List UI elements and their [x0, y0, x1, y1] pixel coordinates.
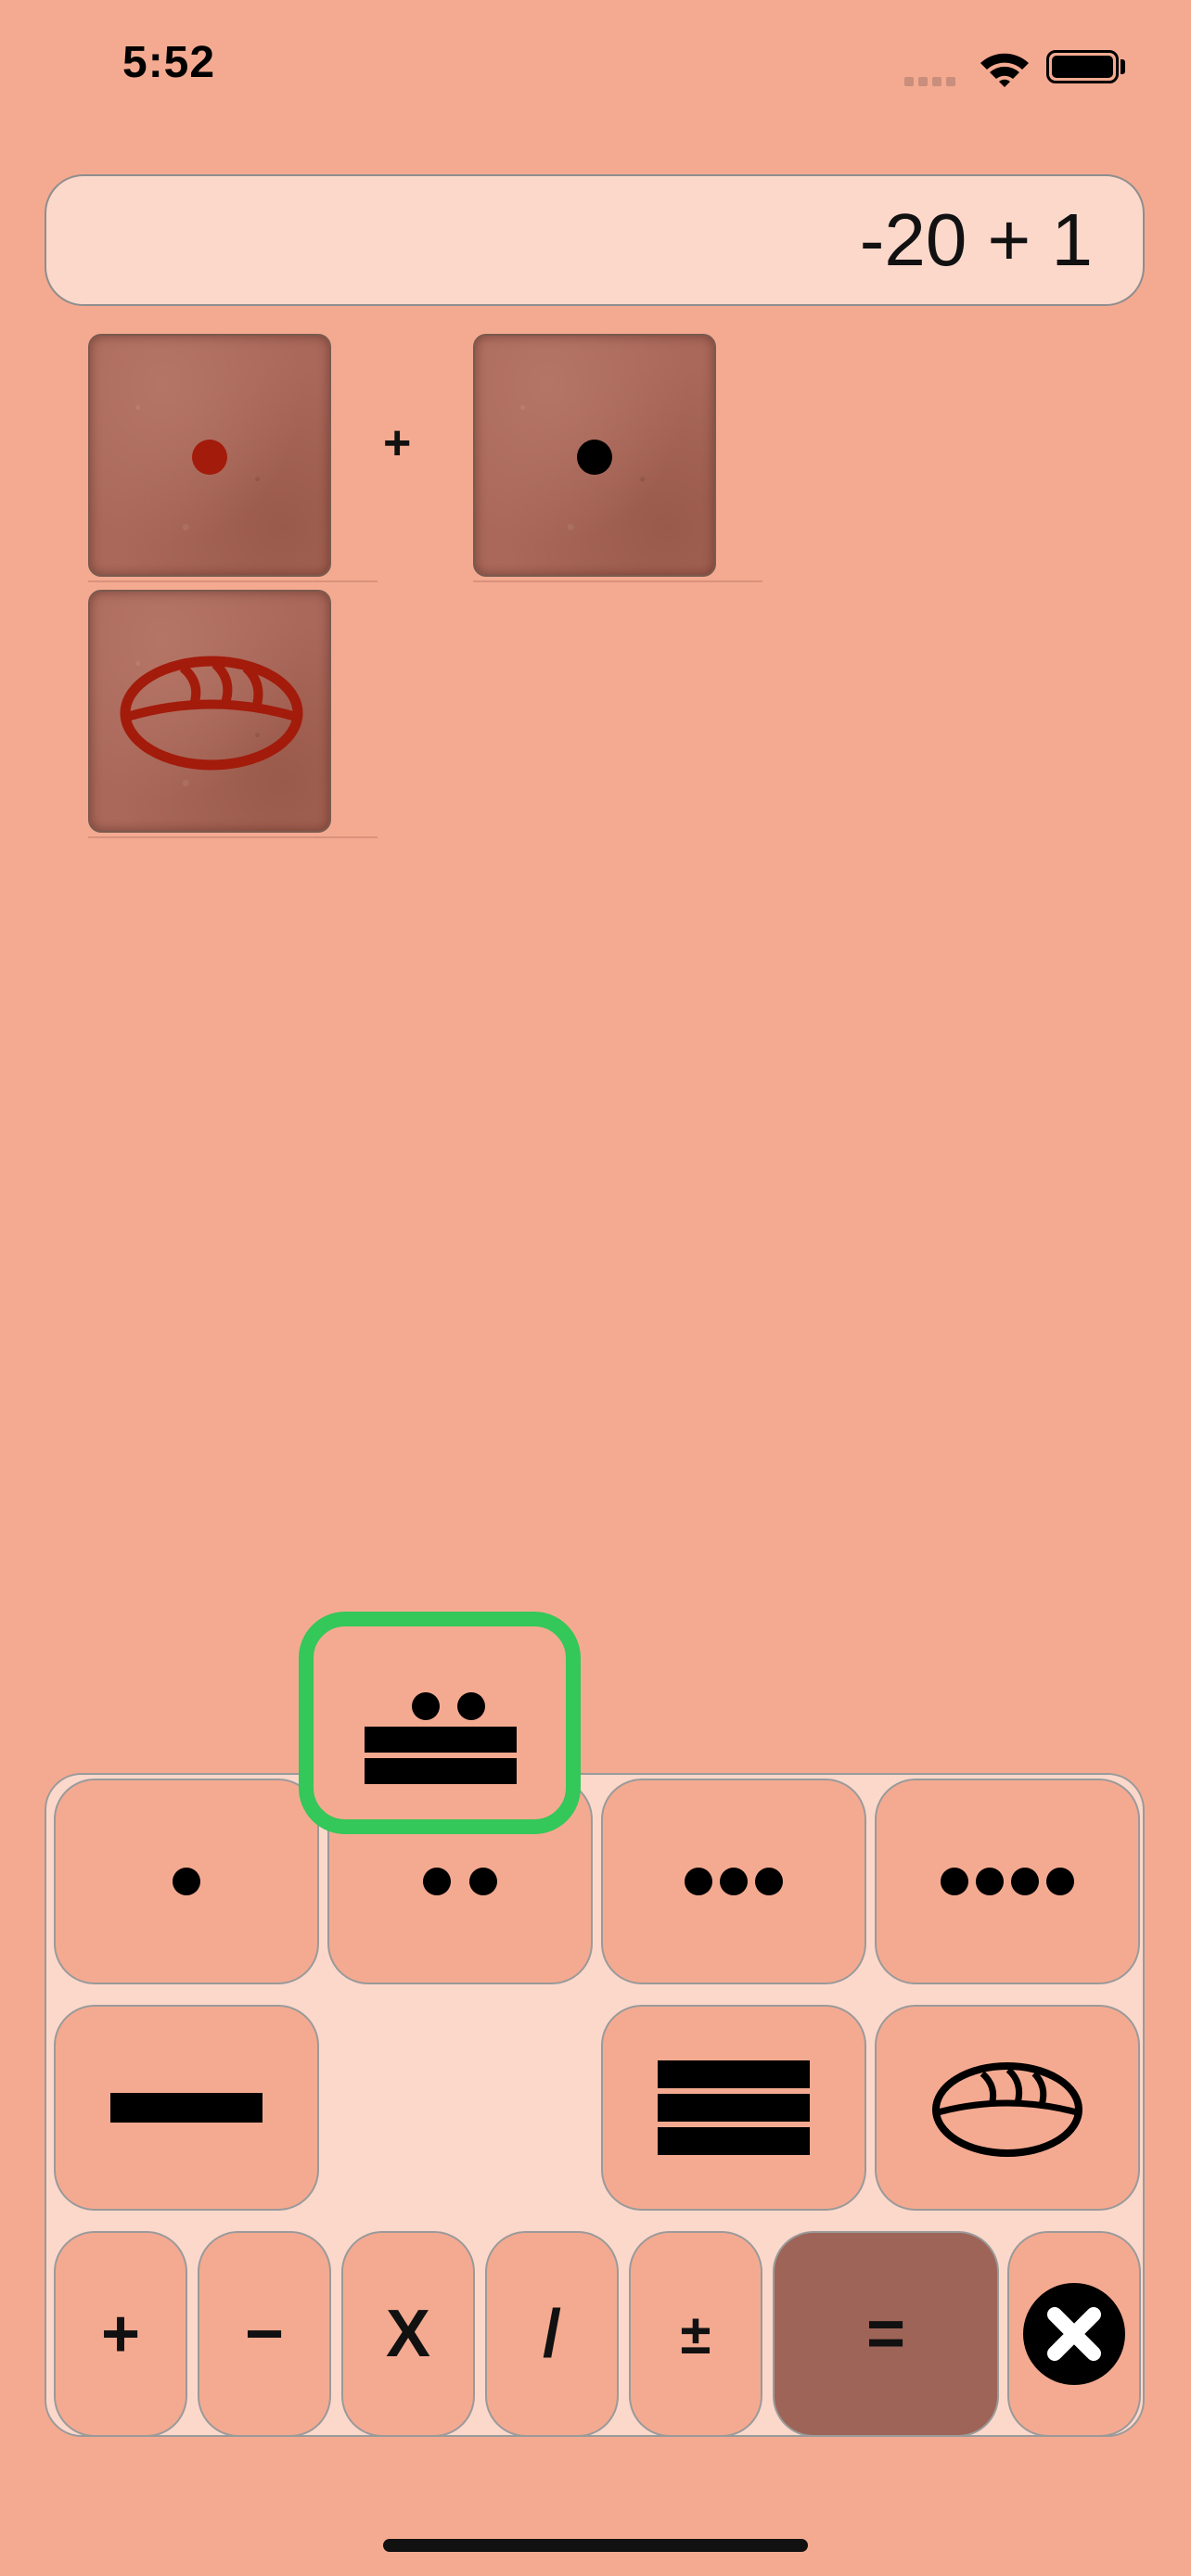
battery-icon: [1046, 50, 1119, 83]
two-dots-two-bars-icon: [365, 1692, 517, 1784]
key-minus-label: −: [244, 2297, 285, 2371]
key-shell-zero[interactable]: [875, 2005, 1140, 2211]
key-divide-label: /: [542, 2297, 561, 2371]
tile-red-shell-zero: [88, 590, 331, 833]
tile-underline: [88, 836, 378, 838]
key-plus-minus[interactable]: ±: [629, 2231, 762, 2437]
key-divide[interactable]: /: [485, 2231, 619, 2437]
home-indicator: [383, 2539, 808, 2552]
key-equals[interactable]: =: [773, 2231, 999, 2437]
cellular-signal-icon: [904, 74, 960, 91]
key-equals-label: =: [865, 2297, 906, 2371]
key-one-bar[interactable]: [54, 2005, 319, 2211]
dot-icon: [1046, 1868, 1074, 1895]
dot-icon: [685, 1868, 712, 1895]
tile-black-dot: [473, 334, 716, 577]
dot-icon: [720, 1868, 748, 1895]
three-bars-icon: [658, 2060, 810, 2155]
key-three-dots[interactable]: [601, 1779, 866, 1984]
key-four-dots[interactable]: [875, 1779, 1140, 1984]
shell-zero-icon: [932, 2062, 1082, 2157]
result-display: -20 + 1: [45, 174, 1145, 306]
status-time: 5:52: [122, 38, 216, 87]
dot-icon: [976, 1868, 1004, 1895]
dot-icon: [423, 1868, 451, 1895]
wifi-icon: [979, 48, 1031, 94]
tile-red-dot: [88, 334, 331, 577]
dot-icon: [173, 1868, 200, 1895]
battery-tip: [1121, 59, 1125, 74]
dot-icon: [941, 1868, 968, 1895]
key-three-bars[interactable]: [601, 2005, 866, 2211]
dot-icon: [755, 1868, 783, 1895]
selected-glyph-preview: [299, 1612, 581, 1834]
key-multiply[interactable]: X: [341, 2231, 475, 2437]
key-plus[interactable]: +: [54, 2231, 187, 2437]
key-clear[interactable]: [1007, 2231, 1141, 2437]
mayan-keypad: + − X / ± =: [45, 1773, 1145, 2437]
key-one-dot[interactable]: [54, 1779, 319, 1984]
key-multiply-label: X: [385, 2297, 431, 2371]
key-plus-minus-label: ±: [680, 2302, 711, 2366]
clear-x-icon: [1023, 2283, 1125, 2385]
key-minus[interactable]: −: [198, 2231, 331, 2437]
bar-icon: [110, 2093, 263, 2123]
operator-plus: +: [383, 416, 412, 470]
tile-underline: [88, 580, 378, 582]
dot-icon: [469, 1868, 497, 1895]
tile-underline: [473, 580, 762, 582]
key-plus-label: +: [100, 2297, 141, 2371]
dot-icon: [1011, 1868, 1039, 1895]
